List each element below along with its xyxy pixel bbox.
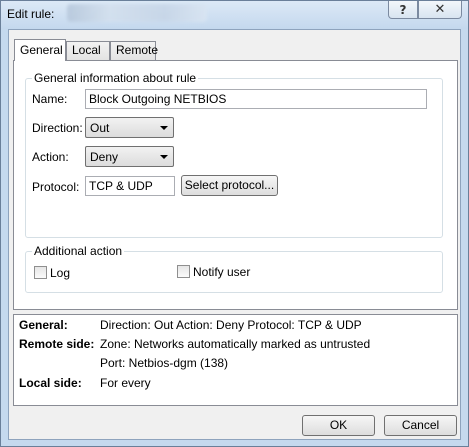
direction-label: Direction: [32, 121, 83, 135]
help-icon: ? [399, 2, 407, 17]
general-info-group-title: General information about rule [32, 71, 199, 85]
general-tab-panel: General information about rule Name: Blo… [13, 60, 458, 310]
dialog-client-area: General Local Remote General information… [8, 29, 461, 440]
summary-general-value: Direction: Out Action: Deny Protocol: TC… [100, 318, 362, 332]
chevron-down-icon [160, 155, 168, 159]
chevron-down-icon [160, 126, 168, 130]
notify-user-label: Notify user [193, 265, 251, 279]
notify-user-checkbox[interactable] [177, 265, 190, 278]
name-field[interactable]: Block Outgoing NETBIOS [85, 89, 427, 109]
tab-local[interactable]: Local [66, 41, 110, 60]
additional-action-group-title: Additional action [32, 244, 125, 258]
summary-remote-port: Port: Netbios-dgm (138) [100, 356, 229, 370]
summary-remote-key: Remote side: [19, 337, 95, 351]
protocol-label: Protocol: [32, 180, 80, 194]
action-select[interactable]: Deny [85, 146, 174, 167]
direction-value: Out [90, 121, 110, 135]
protocol-field[interactable]: TCP & UDP [85, 176, 175, 196]
log-label: Log [50, 266, 71, 280]
action-label: Action: [32, 150, 69, 164]
blurred-rule-name [67, 4, 207, 22]
summary-general-key: General: [19, 318, 68, 332]
close-icon: ✕ [434, 2, 446, 17]
summary-local-value: For every [100, 376, 151, 390]
summary-remote-zone: Zone: Networks automatically marked as u… [100, 337, 371, 351]
tab-remote[interactable]: Remote [110, 41, 158, 60]
edit-rule-dialog: Edit rule: ? ✕ General Local Remote Gene… [0, 0, 469, 447]
log-checkbox[interactable] [34, 266, 47, 279]
title-bar[interactable]: Edit rule: ? ✕ [1, 1, 468, 29]
action-value: Deny [90, 150, 119, 164]
additional-action-group: Additional action Log Notify user [25, 244, 443, 293]
help-button[interactable]: ? [388, 1, 418, 19]
cancel-button[interactable]: Cancel [384, 415, 457, 436]
window-title: Edit rule: [7, 7, 55, 21]
select-protocol-button[interactable]: Select protocol... [181, 175, 278, 196]
ok-button[interactable]: OK [302, 415, 375, 436]
summary-local-key: Local side: [19, 376, 82, 390]
general-info-group: General information about rule Name: Blo… [25, 71, 443, 238]
rule-summary-panel: General: Direction: Out Action: Deny Pro… [13, 314, 458, 406]
name-label: Name: [32, 92, 68, 106]
tab-general[interactable]: General [14, 39, 66, 61]
direction-select[interactable]: Out [85, 117, 174, 138]
close-button[interactable]: ✕ [418, 1, 462, 19]
